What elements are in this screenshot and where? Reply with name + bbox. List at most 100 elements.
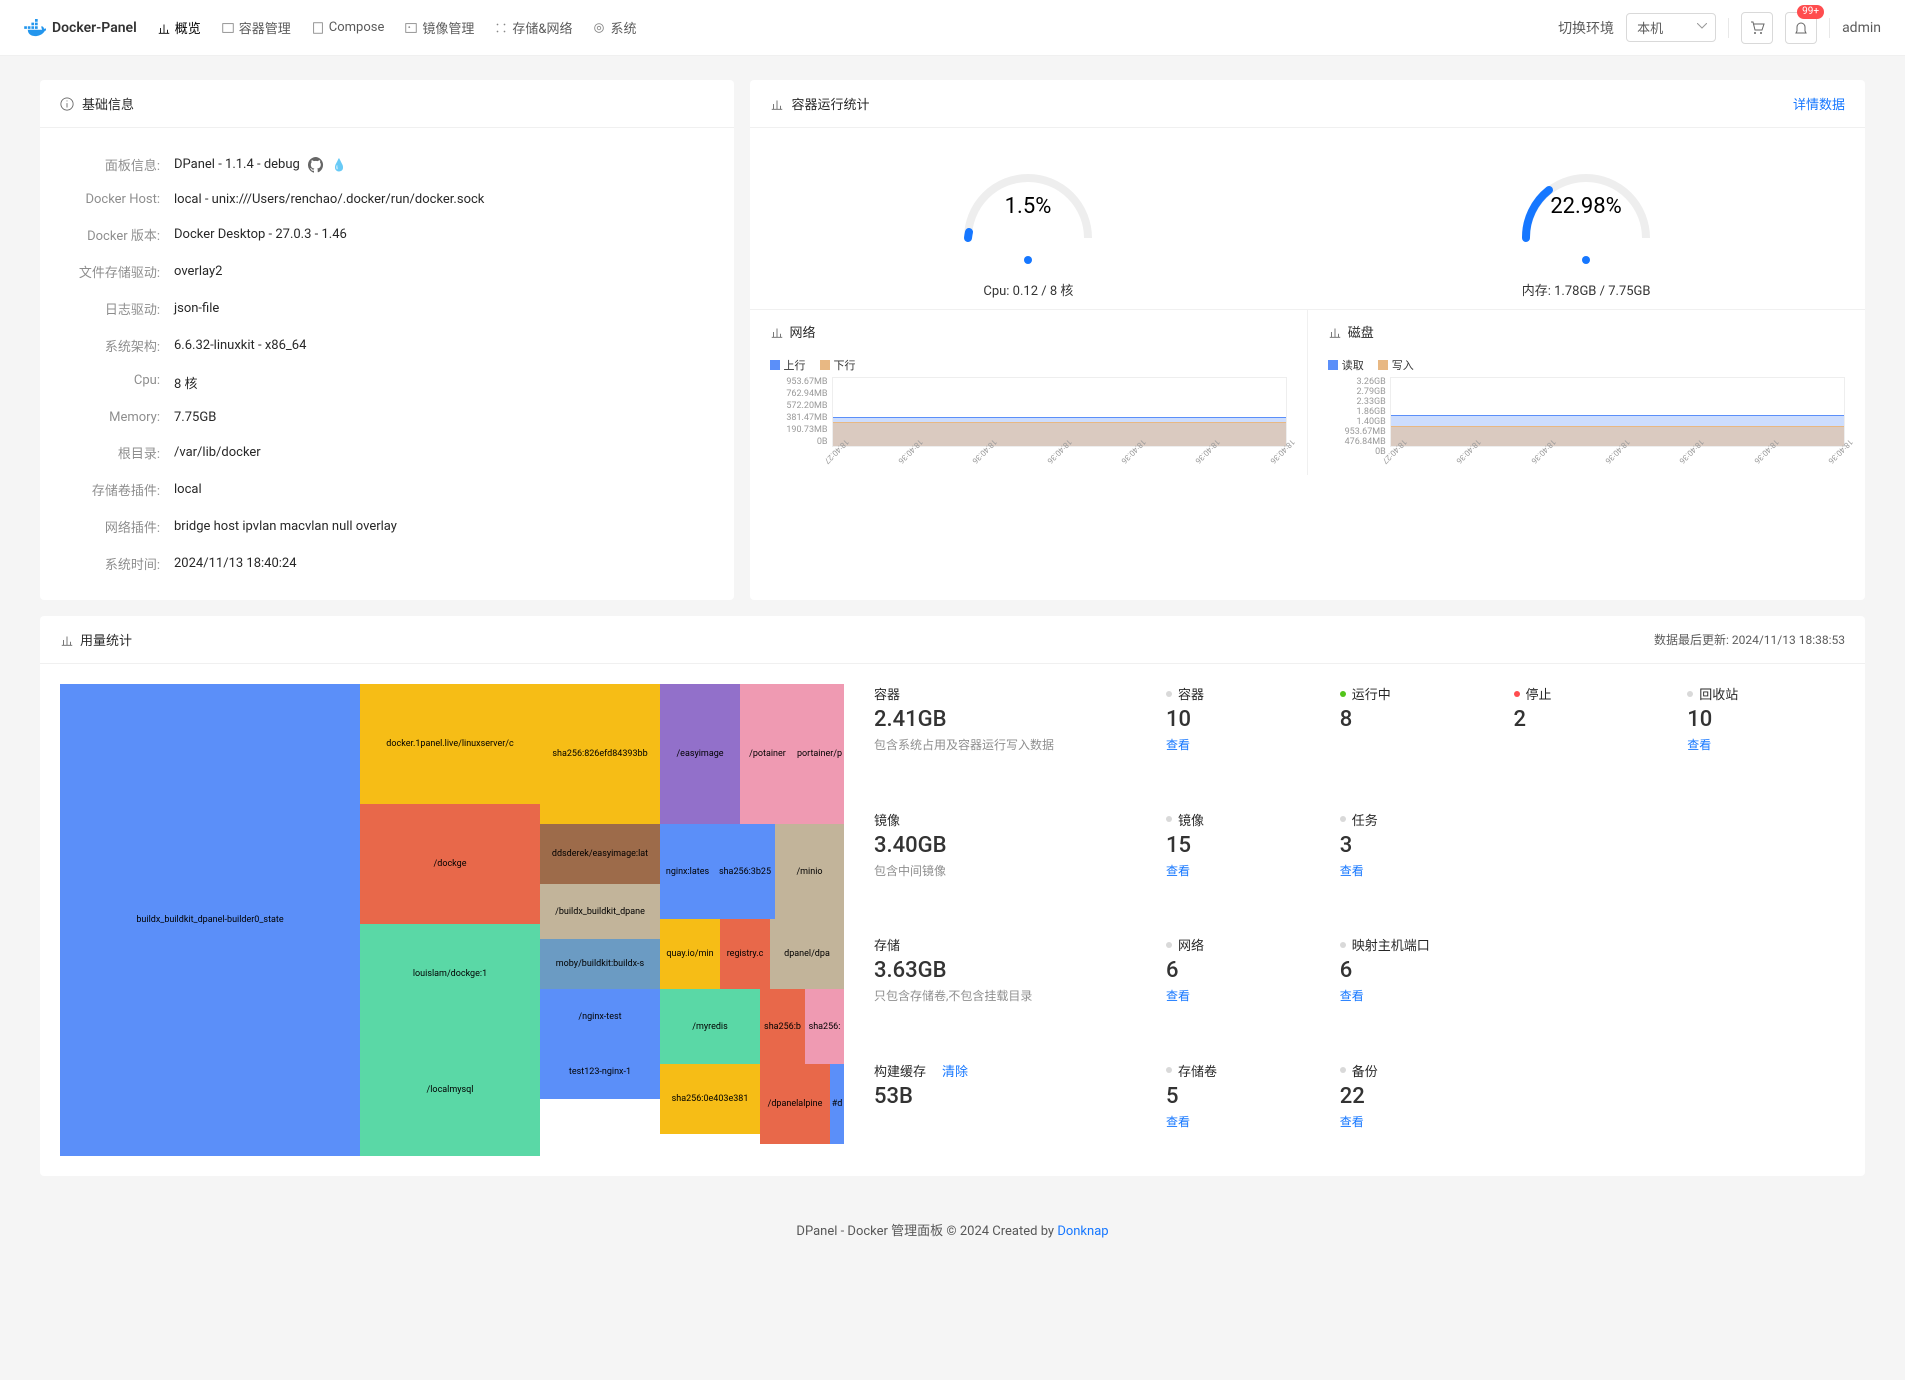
info-row: 网络插件:bridge host ipvlan macvlan null ove…: [68, 508, 706, 545]
treemap-cell[interactable]: sha256:: [805, 989, 844, 1064]
treemap-cell[interactable]: louislam/dockge:1: [360, 924, 540, 1024]
view-link[interactable]: 查看: [1340, 862, 1498, 879]
treemap-cell[interactable]: #d: [830, 1064, 844, 1144]
nav-system[interactable]: 系统: [592, 18, 636, 37]
stat-title: 容器: [874, 684, 1150, 703]
stat-item: 回收站10查看: [1687, 684, 1845, 780]
stat-title: 停止: [1514, 684, 1672, 703]
treemap-cell[interactable]: sha256:826efd84393bb: [540, 684, 660, 824]
stat-title: 回收站: [1687, 684, 1845, 703]
stat-value: 3.40GB: [874, 833, 1150, 858]
treemap-cell[interactable]: quay.io/min: [660, 919, 720, 989]
treemap-cell[interactable]: sha256:0e403e381: [660, 1064, 760, 1134]
info-label: Memory:: [68, 410, 160, 425]
cpu-gauge: 1.5% Cpu: 0.12 / 8 核: [908, 148, 1148, 299]
info-label: 根目录:: [68, 443, 160, 462]
logo[interactable]: Docker-Panel: [24, 19, 137, 37]
stat-value: 5: [1166, 1084, 1324, 1109]
info-row: Memory:7.75GB: [68, 401, 706, 434]
user-menu[interactable]: admin: [1842, 20, 1881, 36]
view-link[interactable]: 查看: [1166, 987, 1324, 1004]
view-link[interactable]: 查看: [1166, 862, 1324, 879]
treemap-cell[interactable]: /buildx_buildkit_dpane: [540, 884, 660, 939]
nav-containers[interactable]: 容器管理: [221, 18, 291, 37]
view-link[interactable]: 查看: [1687, 736, 1845, 753]
stat-item: 存储卷5查看: [1166, 1061, 1324, 1157]
detail-data-link[interactable]: 详情数据: [1793, 94, 1845, 113]
info-row: 存储卷插件:local: [68, 471, 706, 508]
treemap-cell[interactable]: /localmysql: [360, 1024, 540, 1156]
stat-title: 运行中: [1340, 684, 1498, 703]
treemap-cell[interactable]: /minio: [775, 824, 844, 919]
treemap-cell[interactable]: portainer/p: [795, 684, 844, 824]
stat-title: 任务: [1340, 810, 1498, 829]
view-link[interactable]: 查看: [1166, 736, 1324, 753]
image-icon: [404, 21, 418, 35]
stat-value: 3: [1340, 833, 1498, 858]
stat-item: 映射主机端口6查看: [1340, 935, 1498, 1031]
treemap-cell[interactable]: buildx_buildkit_dpanel-builder0_state: [60, 684, 360, 1156]
treemap-cell[interactable]: moby/buildkit:buildx-s: [540, 939, 660, 989]
memory-gauge: 22.98% 内存: 1.78GB / 7.75GB: [1466, 148, 1706, 299]
info-row: 文件存储驱动:overlay2: [68, 253, 706, 290]
bar-chart-icon: [1328, 325, 1342, 339]
status-dot: [1340, 816, 1346, 822]
treemap-cell[interactable]: sha256:3b25: [715, 824, 775, 919]
treemap-cell[interactable]: /nginx-test: [540, 989, 660, 1044]
info-value: 6.6.32-linuxkit - x86_64: [174, 336, 306, 355]
nav-storage[interactable]: 存储&网络: [494, 18, 572, 37]
treemap-cell[interactable]: dpanel/dpa: [770, 919, 844, 989]
treemap-cell[interactable]: /easyimage: [660, 684, 740, 824]
info-label: Cpu:: [68, 373, 160, 392]
network-chart: 网络 上行下行 953.67MB762.94MB572.20MB381.47MB…: [750, 310, 1308, 475]
card-title: 用量统计: [80, 630, 132, 649]
nav-overview[interactable]: 概览: [157, 18, 201, 37]
stat-subtitle: 包含中间镜像: [874, 862, 1150, 879]
nav-compose[interactable]: Compose: [311, 18, 385, 37]
view-link[interactable]: 查看: [1340, 1113, 1498, 1130]
treemap-cell[interactable]: /dpanelalpine: [760, 1064, 830, 1144]
gauge-arc: 1.5%: [953, 148, 1103, 248]
cart-icon: [1749, 20, 1765, 36]
info-label: Docker 版本:: [68, 225, 160, 244]
stat-item: 备份22查看: [1340, 1061, 1498, 1157]
stats-grid: 容器2.41GB包含系统占用及容器运行写入数据容器10查看运行中8停止2回收站1…: [874, 684, 1845, 1156]
network-icon: [494, 21, 508, 35]
stat-subtitle: 包含系统占用及容器运行写入数据: [874, 736, 1150, 753]
treemap-cell[interactable]: registry.c: [720, 919, 770, 989]
view-link[interactable]: 查看: [1166, 1113, 1324, 1130]
gauge-row: 1.5% Cpu: 0.12 / 8 核 22.98% 内存: 1.78GB /…: [750, 128, 1866, 309]
treemap-cell[interactable]: /dockge: [360, 804, 540, 924]
drop-icon: 💧: [332, 158, 347, 172]
info-icon: [60, 97, 74, 111]
cart-icon-button[interactable]: [1741, 12, 1773, 44]
treemap-cell[interactable]: docker.1panel.live/linuxserver/c: [360, 684, 540, 804]
info-row: Cpu: 8 核: [68, 364, 706, 401]
info-value: DPanel - 1.1.4 - debug💧: [174, 155, 347, 174]
stat-item: 镜像3.40GB包含中间镜像: [874, 810, 1150, 906]
author-link[interactable]: Donknap: [1057, 1224, 1108, 1239]
nav-images[interactable]: 镜像管理: [404, 18, 474, 37]
github-icon[interactable]: [308, 157, 324, 173]
info-row: 系统时间:2024/11/13 18:40:24: [68, 545, 706, 582]
treemap-cell[interactable]: ddsderek/easyimage:lat: [540, 824, 660, 884]
treemap-cell[interactable]: /potainer: [740, 684, 795, 824]
info-label: 日志驱动:: [68, 299, 160, 318]
treemap-cell[interactable]: sha256:b: [760, 989, 805, 1064]
notification-button[interactable]: 99+: [1785, 12, 1817, 44]
gauge-dot: [1582, 256, 1590, 264]
disk-chart: 磁盘 读取写入 3.26GB2.79GB2.33GB1.86GB1.40GB95…: [1308, 310, 1865, 475]
status-dot: [1687, 691, 1693, 697]
info-label: 网络插件:: [68, 517, 160, 536]
clear-link[interactable]: 清除: [942, 1061, 968, 1080]
view-link[interactable]: 查看: [1340, 987, 1498, 1004]
stat-value: 10: [1166, 707, 1324, 732]
treemap-cell[interactable]: /myredis: [660, 989, 760, 1064]
treemap-cell[interactable]: test123-nginx-1: [540, 1044, 660, 1099]
status-dot: [1166, 942, 1172, 948]
top-nav: Docker-Panel 概览 容器管理 Compose 镜像管理 存储&网络 …: [0, 0, 1905, 56]
usage-treemap[interactable]: buildx_buildkit_dpanel-builder0_statedoc…: [60, 684, 844, 1156]
treemap-cell[interactable]: nginx:lates: [660, 824, 715, 919]
info-value: 8 核: [174, 373, 198, 392]
env-select[interactable]: 本机: [1626, 13, 1716, 42]
